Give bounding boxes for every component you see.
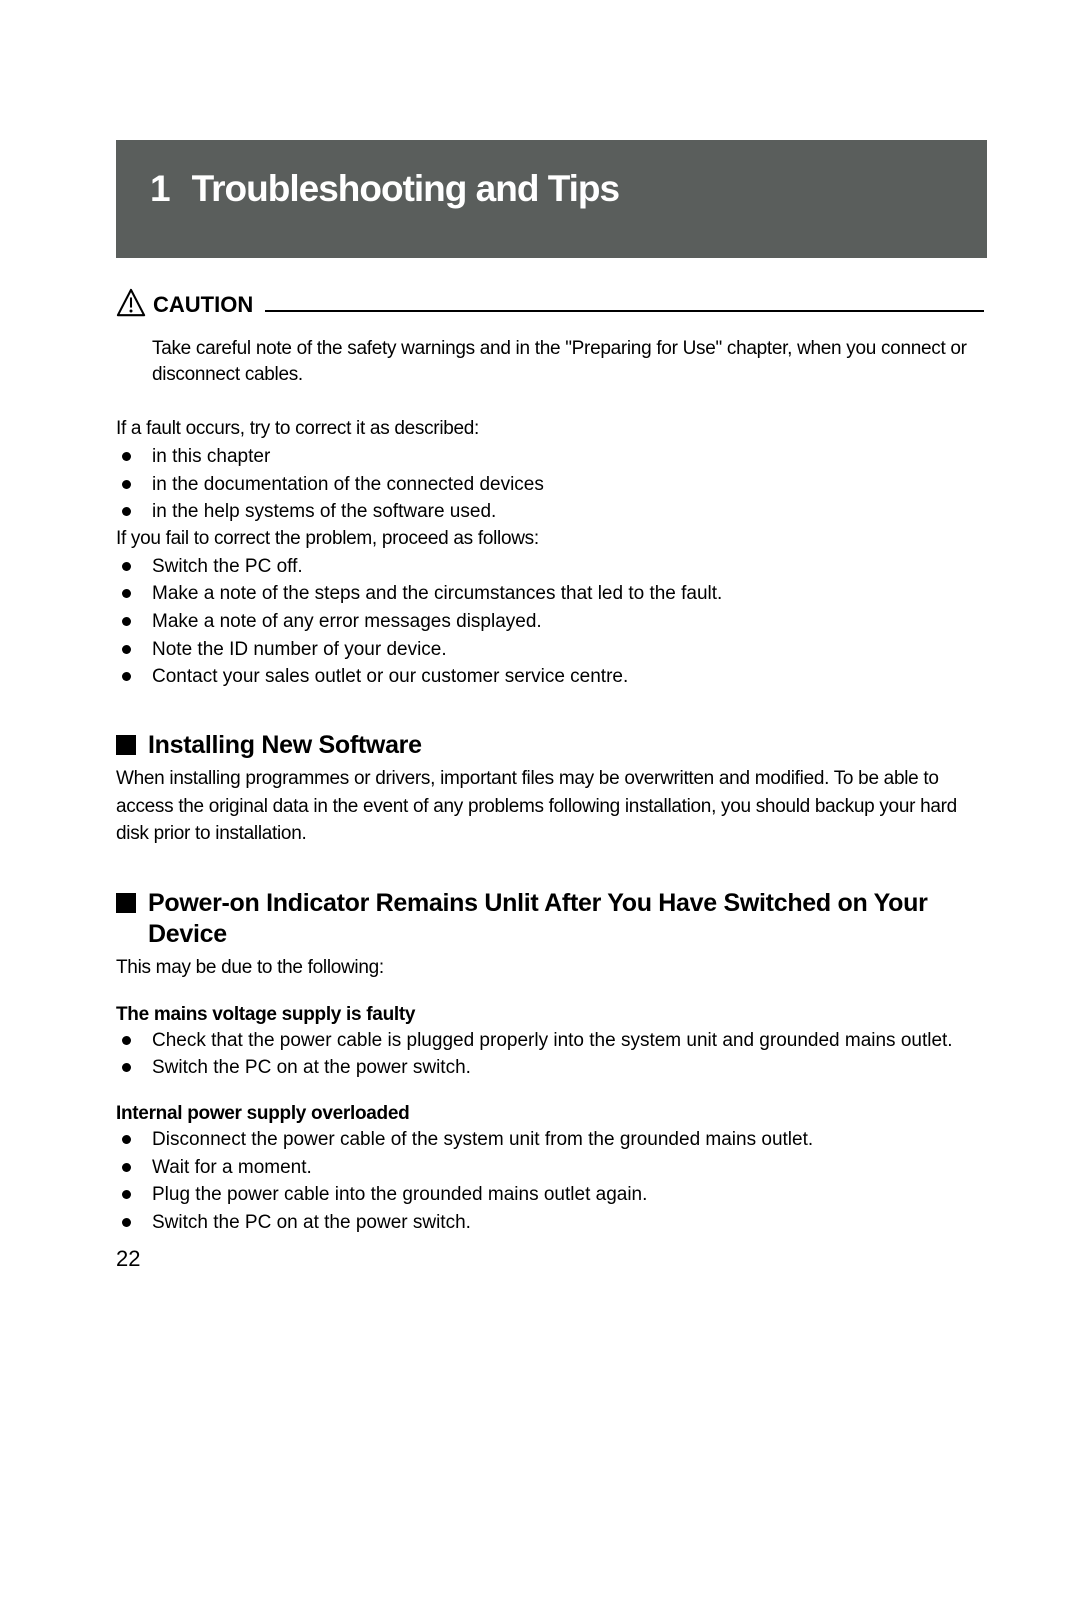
mains-faulty-list: Check that the power cable is plugged pr… xyxy=(116,1028,984,1081)
section-title: Power-on Indicator Remains Unlit After Y… xyxy=(148,888,984,951)
square-bullet-icon xyxy=(116,735,136,755)
caution-body: Take careful note of the safety warnings… xyxy=(152,336,984,387)
internal-overload-list: Disconnect the power cable of the system… xyxy=(116,1127,984,1236)
list-item: Switch the PC on at the power switch. xyxy=(116,1055,984,1081)
caution-label: CAUTION xyxy=(153,292,253,318)
square-bullet-icon xyxy=(116,893,136,913)
chapter-number: 1 xyxy=(116,168,192,210)
caution-rule-line xyxy=(265,310,984,312)
subsection-title: Internal power supply overloaded xyxy=(116,1103,984,1125)
chapter-title: Troubleshooting and Tips xyxy=(192,168,620,210)
section-heading-poweron: Power-on Indicator Remains Unlit After Y… xyxy=(116,888,984,951)
list-item: in the documentation of the connected de… xyxy=(116,472,984,498)
section-intro: This may be due to the following: xyxy=(116,954,984,982)
section-title: Installing New Software xyxy=(148,730,422,761)
document-page: 1 Troubleshooting and Tips CAUTION Take … xyxy=(0,140,1080,1611)
list-item: Make a note of any error messages displa… xyxy=(116,609,984,635)
list-item: Make a note of the steps and the circums… xyxy=(116,581,984,607)
warning-triangle-icon xyxy=(116,288,146,318)
list-item: Check that the power cable is plugged pr… xyxy=(116,1028,984,1054)
list-item: Plug the power cable into the grounded m… xyxy=(116,1182,984,1208)
list-item: Note the ID number of your device. xyxy=(116,637,984,663)
section-heading-installing: Installing New Software xyxy=(116,730,984,761)
section-paragraph: When installing programmes or drivers, i… xyxy=(116,765,984,848)
intro-paragraph-1: If a fault occurs, try to correct it as … xyxy=(116,417,984,442)
page-content: CAUTION Take careful note of the safety … xyxy=(116,288,984,1272)
list-item: Switch the PC on at the power switch. xyxy=(116,1210,984,1236)
intro-paragraph-2: If you fail to correct the problem, proc… xyxy=(116,527,984,552)
list-item: Wait for a moment. xyxy=(116,1155,984,1181)
list-item: Disconnect the power cable of the system… xyxy=(116,1127,984,1153)
fault-sources-list: in this chapter in the documentation of … xyxy=(116,444,984,525)
list-item: in the help systems of the software used… xyxy=(116,499,984,525)
caution-heading: CAUTION xyxy=(116,288,984,318)
list-item: in this chapter xyxy=(116,444,984,470)
page-number: 22 xyxy=(116,1246,984,1272)
chapter-title-bar: 1 Troubleshooting and Tips xyxy=(116,140,987,258)
list-item: Contact your sales outlet or our custome… xyxy=(116,664,984,690)
subsection-title: The mains voltage supply is faulty xyxy=(116,1004,984,1026)
proceed-steps-list: Switch the PC off. Make a note of the st… xyxy=(116,554,984,690)
list-item: Switch the PC off. xyxy=(116,554,984,580)
